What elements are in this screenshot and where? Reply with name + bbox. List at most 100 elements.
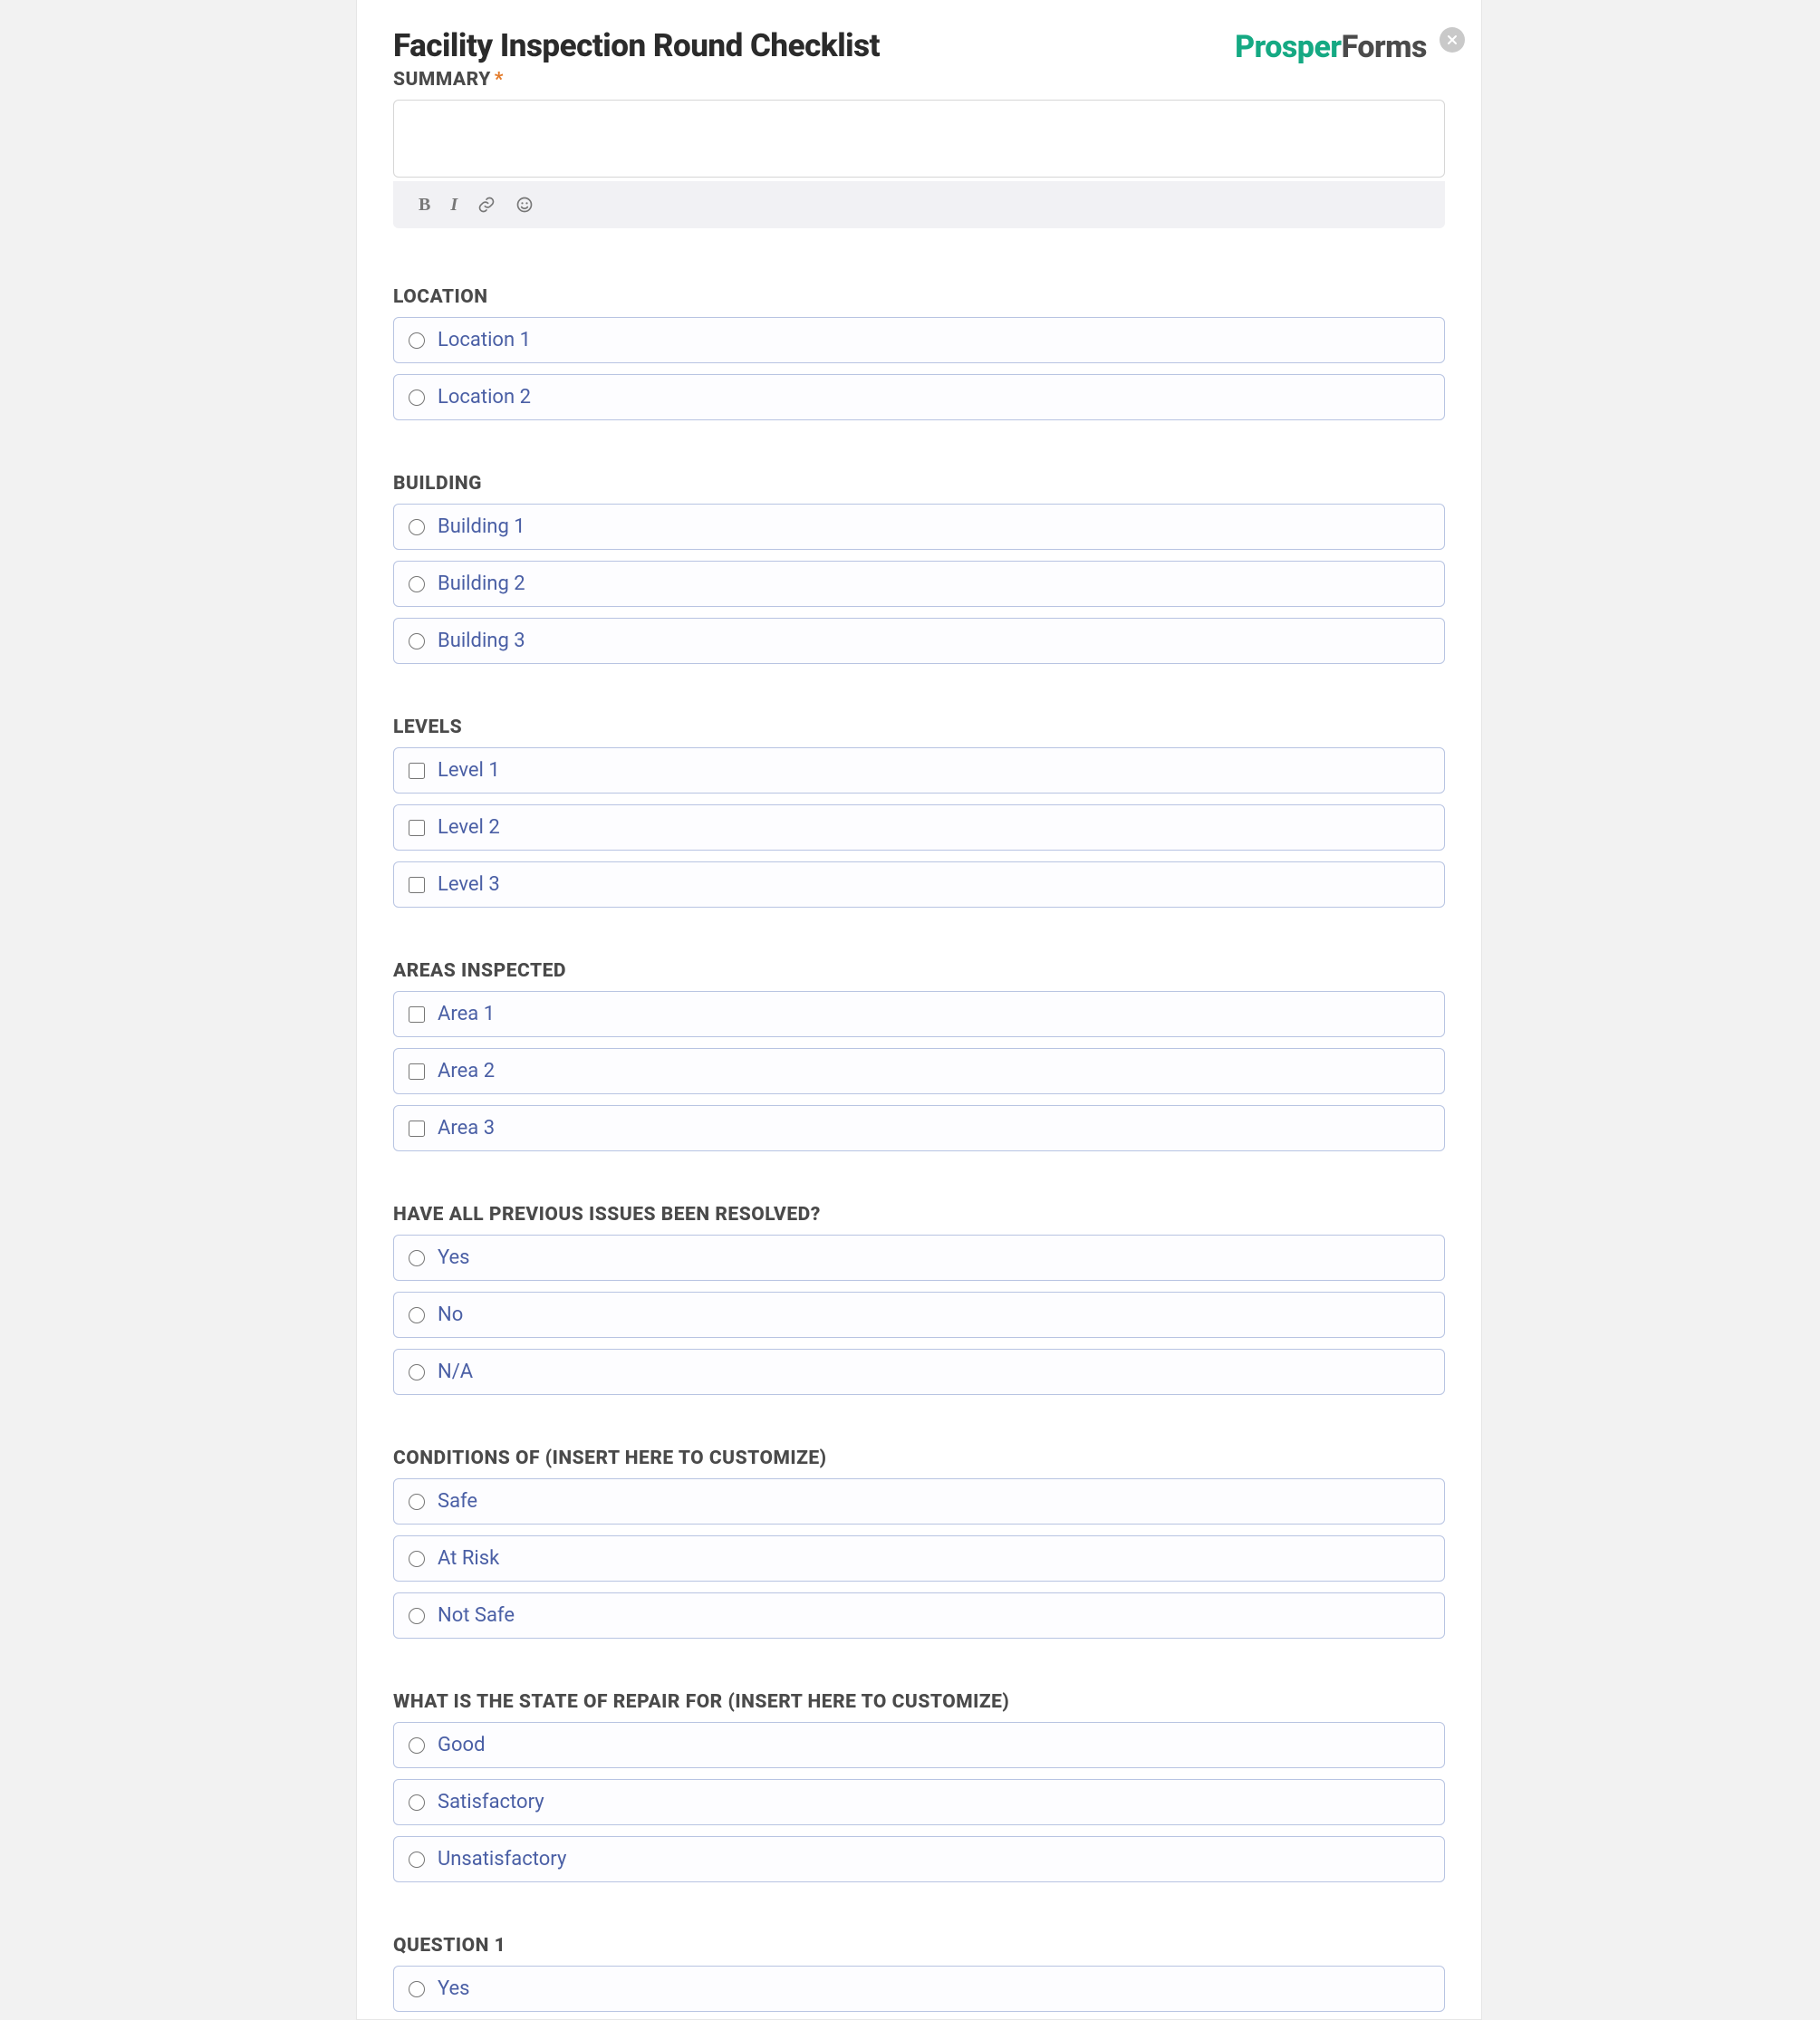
question-block: BUILDING Building 1 Building 2 Building 3 bbox=[393, 473, 1445, 664]
option-row[interactable]: No bbox=[393, 1292, 1445, 1338]
option-row[interactable]: Good bbox=[393, 1722, 1445, 1768]
option-row[interactable]: At Risk bbox=[393, 1535, 1445, 1582]
emoji-icon bbox=[515, 196, 534, 214]
question-block: LOCATION Location 1 Location 2 bbox=[393, 286, 1445, 420]
option-row[interactable]: Location 2 bbox=[393, 374, 1445, 420]
brand-logo: ProsperForms bbox=[1235, 29, 1427, 65]
question-heading: LEVELS bbox=[393, 717, 1445, 738]
option-label: Level 2 bbox=[438, 816, 500, 839]
viewport: Facility Inspection Round Checklist Pros… bbox=[0, 0, 1820, 2020]
option-row[interactable]: Safe bbox=[393, 1478, 1445, 1525]
option-radio[interactable] bbox=[409, 576, 425, 592]
form-modal: Facility Inspection Round Checklist Pros… bbox=[356, 0, 1482, 2020]
option-row[interactable]: Area 2 bbox=[393, 1048, 1445, 1094]
option-radio[interactable] bbox=[409, 1551, 425, 1567]
required-star: * bbox=[495, 69, 504, 91]
question-heading: HAVE ALL PREVIOUS ISSUES BEEN RESOLVED? bbox=[393, 1204, 1445, 1226]
option-checkbox[interactable] bbox=[409, 877, 425, 893]
option-radio[interactable] bbox=[409, 1794, 425, 1811]
option-label: Area 3 bbox=[438, 1117, 495, 1140]
brand-part-2: Forms bbox=[1342, 29, 1427, 65]
option-row[interactable]: Level 2 bbox=[393, 804, 1445, 851]
option-row[interactable]: Area 3 bbox=[393, 1105, 1445, 1151]
option-radio[interactable] bbox=[409, 1852, 425, 1868]
option-row[interactable]: Level 3 bbox=[393, 861, 1445, 908]
question-heading: QUESTION 1 bbox=[393, 1935, 1445, 1957]
close-button[interactable] bbox=[1440, 27, 1465, 53]
option-row[interactable]: Building 1 bbox=[393, 504, 1445, 550]
option-checkbox[interactable] bbox=[409, 1121, 425, 1137]
question-block: WHAT IS THE STATE OF REPAIR FOR (INSERT … bbox=[393, 1691, 1445, 1882]
rich-text-toolbar: B I bbox=[393, 181, 1445, 228]
option-label: Good bbox=[438, 1734, 486, 1756]
option-label: Yes bbox=[438, 1246, 470, 1269]
option-radio[interactable] bbox=[409, 1737, 425, 1754]
link-button[interactable] bbox=[477, 196, 496, 214]
option-row[interactable]: Unsatisfactory bbox=[393, 1836, 1445, 1882]
question-block: AREAS INSPECTED Area 1 Area 2 Area 3 bbox=[393, 960, 1445, 1151]
option-radio[interactable] bbox=[409, 1307, 425, 1323]
option-radio[interactable] bbox=[409, 1608, 425, 1624]
question-heading: AREAS INSPECTED bbox=[393, 960, 1445, 982]
option-label: No bbox=[438, 1303, 463, 1326]
option-row[interactable]: Area 1 bbox=[393, 991, 1445, 1037]
question-heading: BUILDING bbox=[393, 473, 1445, 495]
form-title: Facility Inspection Round Checklist bbox=[393, 27, 880, 64]
question-heading: WHAT IS THE STATE OF REPAIR FOR (INSERT … bbox=[393, 1691, 1445, 1713]
option-radio[interactable] bbox=[409, 390, 425, 406]
option-label: Unsatisfactory bbox=[438, 1848, 566, 1871]
option-checkbox[interactable] bbox=[409, 763, 425, 779]
option-row[interactable]: Not Safe bbox=[393, 1592, 1445, 1639]
italic-button[interactable]: I bbox=[450, 195, 457, 216]
close-icon bbox=[1447, 34, 1458, 45]
emoji-button[interactable] bbox=[515, 196, 534, 214]
option-label: Building 2 bbox=[438, 572, 525, 595]
question-heading: CONDITIONS OF (INSERT HERE TO CUSTOMIZE) bbox=[393, 1448, 1445, 1469]
option-checkbox[interactable] bbox=[409, 1063, 425, 1080]
option-checkbox[interactable] bbox=[409, 1006, 425, 1023]
questions-container: LOCATION Location 1 Location 2 BUILDING Buil… bbox=[393, 286, 1445, 2012]
option-row[interactable]: Building 3 bbox=[393, 618, 1445, 664]
option-label: Building 1 bbox=[438, 515, 525, 538]
option-radio[interactable] bbox=[409, 633, 425, 649]
summary-input[interactable] bbox=[393, 100, 1445, 178]
option-label: Location 1 bbox=[438, 329, 531, 351]
option-row[interactable]: Yes bbox=[393, 1966, 1445, 2012]
option-row[interactable]: Level 1 bbox=[393, 747, 1445, 794]
option-radio[interactable] bbox=[409, 1494, 425, 1510]
option-label: Safe bbox=[438, 1490, 477, 1513]
option-radio[interactable] bbox=[409, 1364, 425, 1380]
summary-label-row: SUMMARY* bbox=[393, 69, 1445, 91]
option-radio[interactable] bbox=[409, 332, 425, 349]
link-icon bbox=[477, 196, 496, 214]
option-checkbox[interactable] bbox=[409, 820, 425, 836]
option-label: Not Safe bbox=[438, 1604, 515, 1627]
option-label: Area 1 bbox=[438, 1003, 495, 1025]
option-row[interactable]: N/A bbox=[393, 1349, 1445, 1395]
bold-button[interactable]: B bbox=[419, 195, 430, 216]
option-radio[interactable] bbox=[409, 519, 425, 535]
option-label: Level 3 bbox=[438, 873, 500, 896]
option-label: At Risk bbox=[438, 1547, 499, 1570]
option-row[interactable]: Yes bbox=[393, 1235, 1445, 1281]
option-label: N/A bbox=[438, 1361, 473, 1383]
option-label: Area 2 bbox=[438, 1060, 495, 1082]
option-row[interactable]: Satisfactory bbox=[393, 1779, 1445, 1825]
summary-label: SUMMARY bbox=[393, 69, 491, 91]
option-row[interactable]: Location 1 bbox=[393, 317, 1445, 363]
question-block: QUESTION 1 Yes bbox=[393, 1935, 1445, 2012]
option-row[interactable]: Building 2 bbox=[393, 561, 1445, 607]
option-radio[interactable] bbox=[409, 1981, 425, 1997]
question-heading: LOCATION bbox=[393, 286, 1445, 308]
option-label: Location 2 bbox=[438, 386, 531, 409]
modal-header: Facility Inspection Round Checklist Pros… bbox=[393, 27, 1445, 65]
option-label: Building 3 bbox=[438, 630, 525, 652]
question-block: LEVELS Level 1 Level 2 Level 3 bbox=[393, 717, 1445, 908]
question-block: CONDITIONS OF (INSERT HERE TO CUSTOMIZE)… bbox=[393, 1448, 1445, 1639]
option-label: Yes bbox=[438, 1977, 470, 2000]
option-radio[interactable] bbox=[409, 1250, 425, 1266]
question-block: HAVE ALL PREVIOUS ISSUES BEEN RESOLVED? Y… bbox=[393, 1204, 1445, 1395]
option-label: Satisfactory bbox=[438, 1791, 544, 1813]
brand-part-1: Prosper bbox=[1235, 29, 1342, 65]
option-label: Level 1 bbox=[438, 759, 500, 782]
